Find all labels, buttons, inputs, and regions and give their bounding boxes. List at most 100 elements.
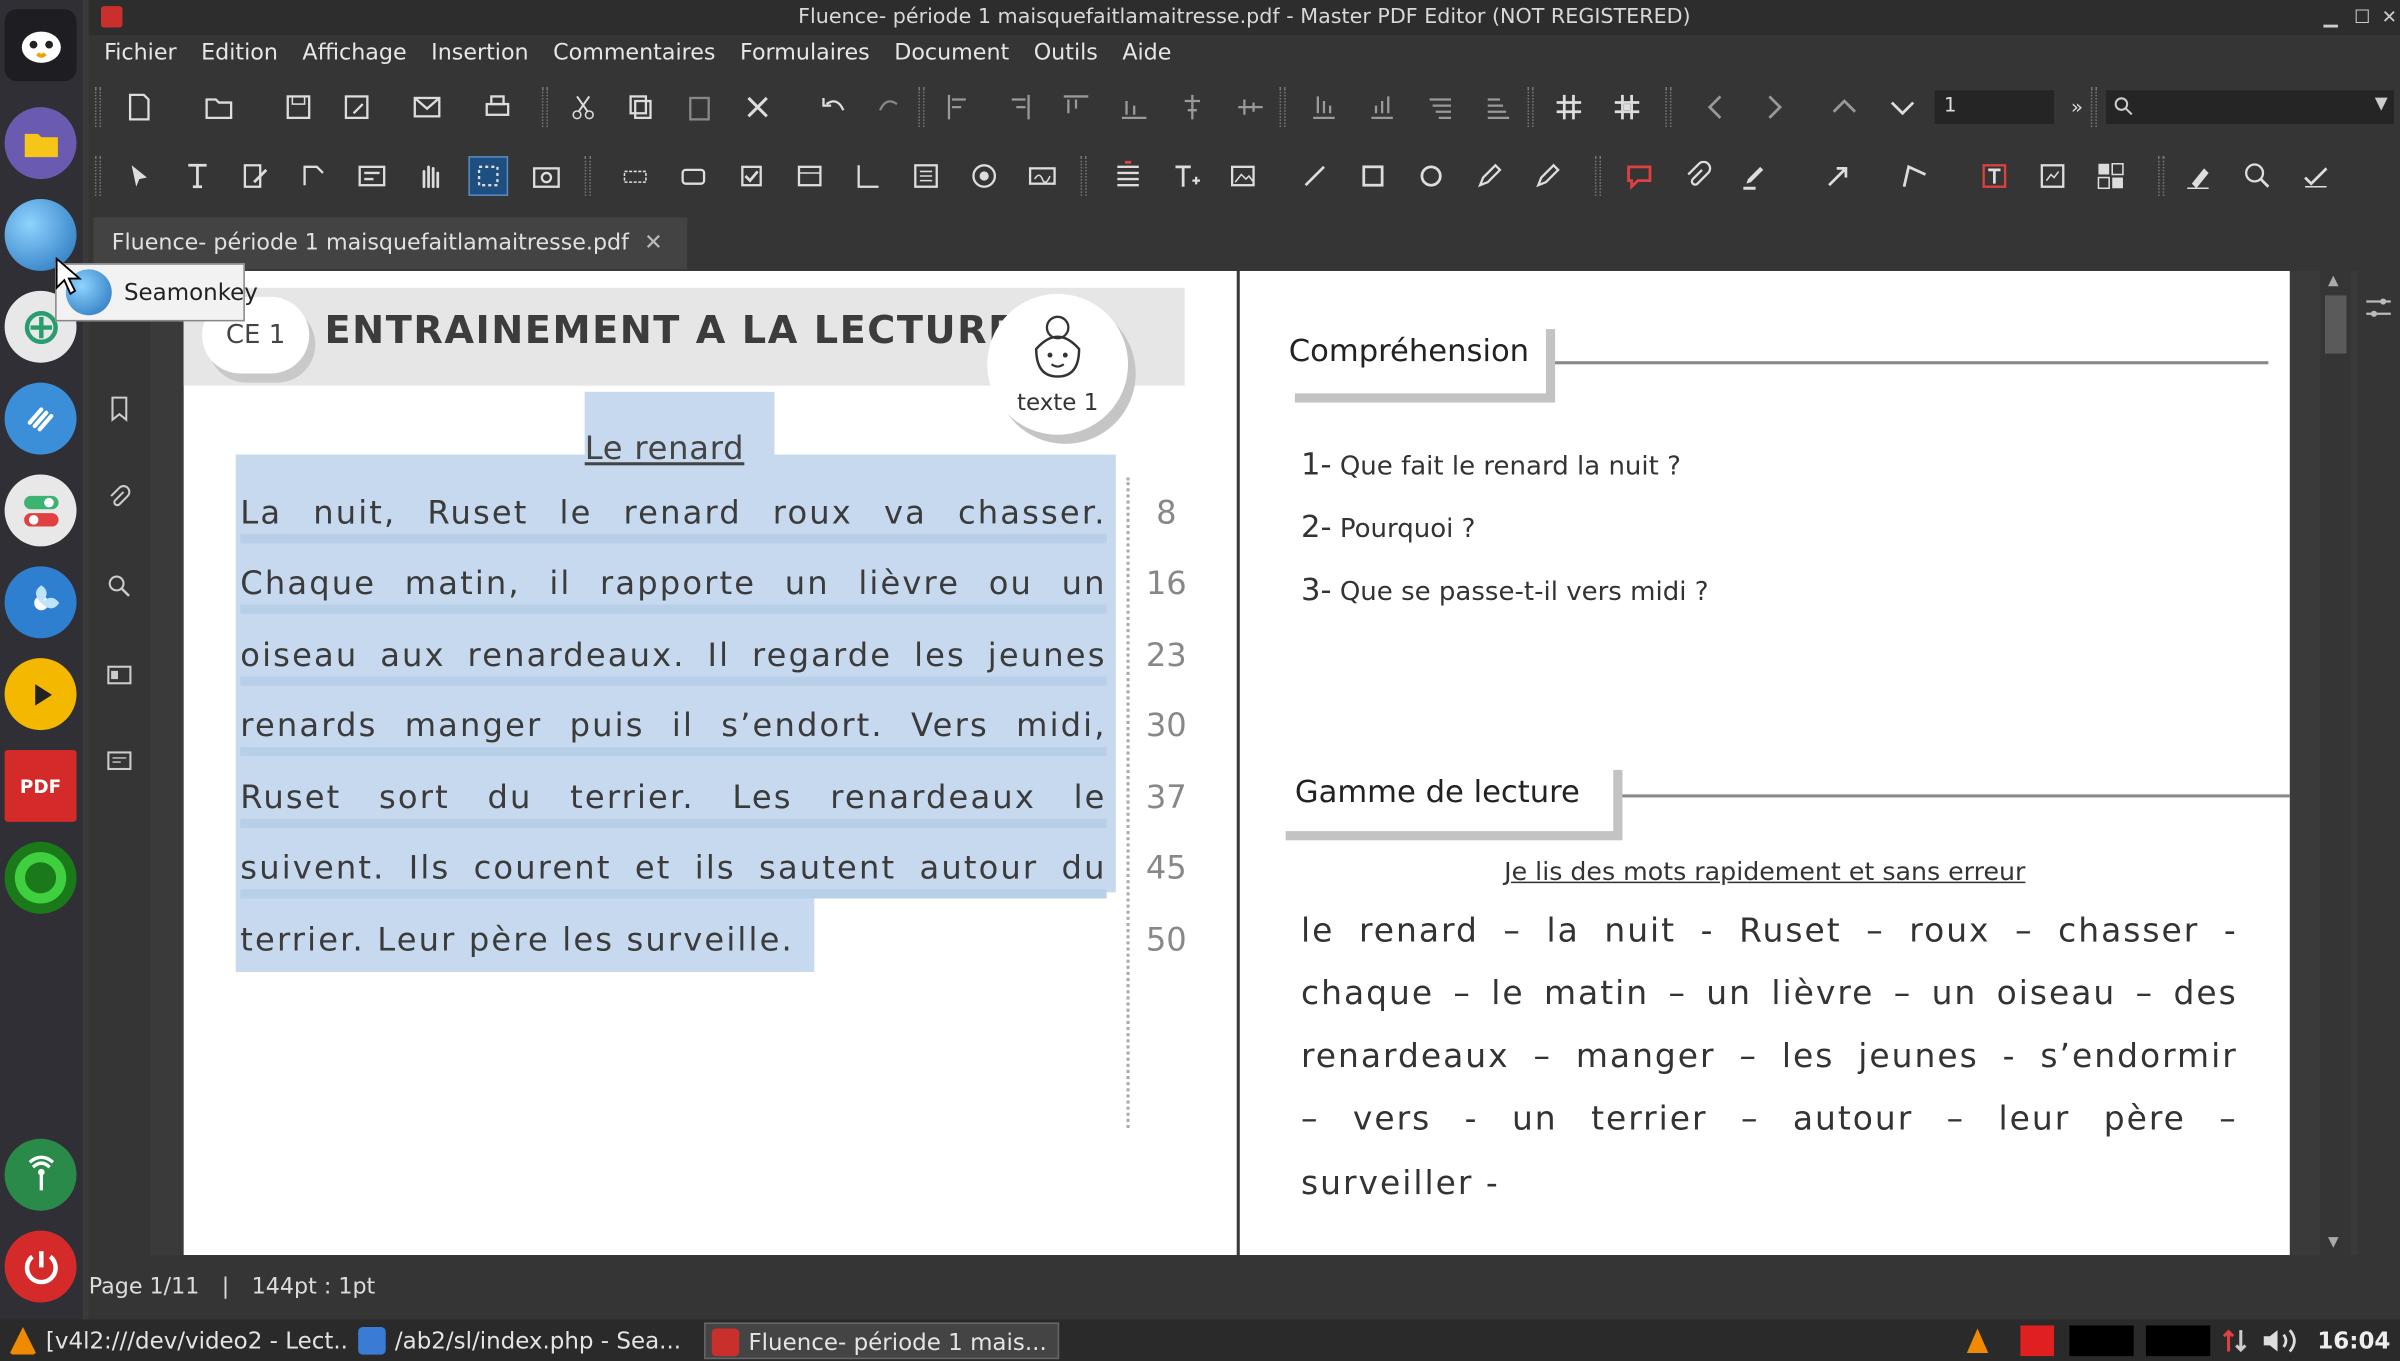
align-center-h-icon[interactable] — [1172, 87, 1212, 127]
edit-path-icon[interactable] — [294, 156, 334, 196]
print-icon[interactable] — [478, 87, 518, 127]
volume-icon[interactable] — [2259, 1325, 2305, 1356]
grid-icon[interactable] — [1549, 87, 1589, 127]
text-box-icon[interactable] — [1974, 156, 2014, 196]
attachment-icon[interactable] — [104, 482, 135, 513]
menu-insertion[interactable]: Insertion — [431, 41, 528, 65]
button-field-icon[interactable] — [673, 156, 713, 196]
scroll-down-icon[interactable]: ▼ — [2328, 1235, 2339, 1250]
text-field-icon[interactable] — [615, 156, 655, 196]
save-as-icon[interactable] — [337, 87, 377, 127]
hand-tool-icon[interactable] — [410, 156, 450, 196]
green-app-icon[interactable] — [4, 841, 77, 914]
align-center-v-icon[interactable] — [1231, 87, 1271, 127]
menu-document[interactable]: Document — [894, 41, 1009, 65]
properties-icon[interactable] — [2363, 292, 2394, 323]
next-page-icon[interactable] — [1754, 87, 1794, 127]
menu-aide[interactable]: Aide — [1122, 41, 1171, 65]
paste-icon[interactable] — [680, 87, 720, 127]
snapshot-icon[interactable] — [527, 156, 567, 196]
red-tray-icon[interactable] — [2020, 1325, 2055, 1357]
polyline-tool-icon[interactable] — [1895, 156, 1935, 196]
menu-outils[interactable]: Outils — [1034, 41, 1098, 65]
comment-box-icon[interactable] — [1619, 156, 1659, 196]
maximize-icon[interactable]: ☐ — [2354, 0, 2370, 35]
menu-edition[interactable]: Edition — [201, 41, 278, 65]
layout-icon[interactable] — [2091, 156, 2131, 196]
snap-grid-icon[interactable] — [1607, 87, 1647, 127]
tab-document[interactable]: Fluence- période 1 maisquefaitlamaitress… — [93, 217, 688, 270]
bookmark-icon[interactable] — [104, 393, 135, 424]
copy-icon[interactable] — [621, 87, 661, 127]
signature-field-icon[interactable] — [1022, 156, 1062, 196]
task-seamonkey[interactable]: /ab2/sl/index.php - Sea... — [352, 1322, 698, 1359]
shape-tool-icon[interactable] — [1411, 156, 1451, 196]
open-folder-icon[interactable] — [199, 87, 239, 127]
page-up-icon[interactable] — [1824, 87, 1864, 127]
pinwheel-icon[interactable] — [4, 566, 77, 639]
search-input[interactable]: ▼ — [2106, 90, 2394, 124]
dock-launcher-icon[interactable] — [4, 9, 77, 82]
toolbar-grip[interactable] — [94, 156, 102, 196]
tray-box[interactable] — [2145, 1325, 2211, 1357]
undo-icon[interactable] — [814, 87, 854, 127]
close-window-icon[interactable]: ✕ — [2382, 0, 2397, 35]
minimize-icon[interactable]: ▁ — [2323, 0, 2337, 35]
page-down-icon[interactable] — [1883, 87, 1923, 127]
attach-icon[interactable] — [1678, 156, 1718, 196]
rectangle-tool-icon[interactable] — [1353, 156, 1393, 196]
menu-commentaires[interactable]: Commentaires — [553, 41, 715, 65]
power-icon[interactable] — [4, 1230, 77, 1303]
menu-fichier[interactable]: Fichier — [104, 41, 177, 65]
zoom-icon[interactable] — [2238, 156, 2278, 196]
menu-formulaires[interactable]: Formulaires — [740, 41, 870, 65]
chevron-down-icon[interactable]: ▼ — [2375, 93, 2388, 113]
media-player-icon[interactable] — [4, 658, 77, 731]
redo-icon[interactable] — [869, 87, 909, 127]
pdf-editor-icon[interactable]: PDF — [4, 749, 77, 822]
align-top-icon[interactable] — [1056, 87, 1096, 127]
close-tab-icon[interactable]: ✕ — [644, 217, 663, 269]
email-icon[interactable] — [407, 87, 447, 127]
distribute-1-icon[interactable] — [1304, 87, 1344, 127]
radio-field-icon[interactable] — [964, 156, 1004, 196]
combo-field-icon[interactable] — [790, 156, 830, 196]
task-pdf-editor[interactable]: Fluence- période 1 mais... — [704, 1322, 1060, 1360]
pdf-page-right[interactable]: Compréhension 1- Que fait le renard la n… — [1239, 270, 2290, 1256]
pencil-tool-icon[interactable] — [1469, 156, 1509, 196]
layers-icon[interactable] — [104, 745, 135, 776]
menu-affichage[interactable]: Affichage — [302, 41, 406, 65]
checkbox-field-icon[interactable] — [732, 156, 772, 196]
scrollbar-thumb[interactable] — [2324, 295, 2347, 354]
save-icon[interactable] — [279, 87, 319, 127]
cut-icon[interactable] — [563, 87, 603, 127]
pdf-page-left[interactable]: CE 1 ENTRAINEMENT A LA LECTURE texte 1 L… — [183, 270, 1237, 1256]
settings-toggle-icon[interactable] — [4, 474, 77, 547]
arrow-tool-icon[interactable] — [1818, 156, 1858, 196]
files-icon[interactable] — [4, 107, 77, 180]
hand-app-icon[interactable] — [4, 382, 77, 455]
edit-object-icon[interactable] — [236, 156, 276, 196]
highlighter-icon[interactable] — [1736, 156, 1776, 196]
select-arrow-icon[interactable] — [119, 156, 159, 196]
delete-icon[interactable] — [738, 87, 778, 127]
search-panel-icon[interactable] — [104, 571, 135, 602]
new-document-icon[interactable] — [119, 87, 159, 127]
insert-image-icon[interactable] — [1224, 156, 1264, 196]
select-area-icon[interactable] — [468, 156, 509, 196]
edit-text-icon[interactable] — [178, 156, 218, 196]
pages-icon[interactable] — [104, 660, 135, 691]
document-canvas[interactable]: CE 1 ENTRAINEMENT A LA LECTURE texte 1 L… — [149, 270, 2321, 1256]
insert-text-icon[interactable] — [1166, 156, 1206, 196]
listbox-field-icon[interactable] — [906, 156, 946, 196]
distribute-2-icon[interactable] — [1362, 87, 1402, 127]
list-field-icon[interactable] — [848, 156, 888, 196]
toolbar-grip[interactable] — [94, 87, 102, 128]
distribute-3-icon[interactable] — [1420, 87, 1460, 127]
page-number-input[interactable]: 1 — [1934, 90, 2055, 124]
align-bottom-icon[interactable] — [1114, 87, 1154, 127]
line-tool-icon[interactable] — [1295, 156, 1335, 196]
antenna-icon[interactable] — [4, 1138, 77, 1211]
task-vlc[interactable]: [v4l2:///dev/video2 - Lect... — [3, 1322, 346, 1359]
previous-page-icon[interactable] — [1696, 87, 1736, 127]
